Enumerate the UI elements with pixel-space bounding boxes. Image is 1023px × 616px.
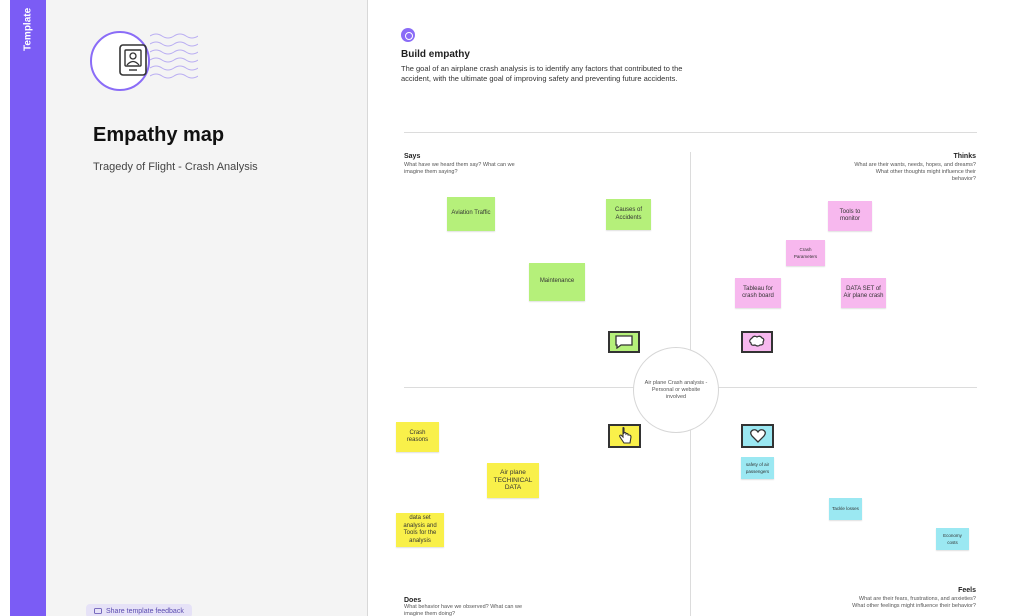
decorative-waves-icon — [150, 33, 198, 79]
heart-icon — [741, 424, 774, 448]
says-title: Says — [404, 153, 421, 160]
feels-description: What are their fears, frustrations, and … — [852, 596, 976, 609]
sticky-note[interactable]: Maintenance — [529, 263, 585, 301]
share-feedback-label: Share template feedback — [106, 607, 184, 615]
thinks-description: What are their wants, needs, hopes, and … — [854, 162, 976, 182]
sticky-note-text: Tackle losses — [832, 506, 859, 512]
sticky-note-text: Aviation Traffic — [451, 210, 491, 217]
user-profile-icon — [119, 44, 147, 76]
sticky-note-text: safety of air passengers — [745, 461, 770, 475]
sticky-note-text: Maintenance — [539, 278, 575, 285]
template-strip — [10, 0, 46, 616]
share-feedback-button[interactable]: Share template feedback — [86, 604, 192, 616]
page-subtitle: Tragedy of Flight - Crash Analysis — [93, 161, 258, 173]
sticky-note[interactable]: DATA SET of Air plane crash — [841, 278, 886, 308]
build-empathy-badge-icon — [401, 28, 415, 42]
sticky-note[interactable]: Economy costs — [936, 528, 969, 550]
sticky-note-text: DATA SET of Air plane crash — [843, 285, 884, 300]
sticky-note-text: Tools to monitor — [839, 208, 861, 223]
does-description: What behavior have we observed? What can… — [404, 604, 523, 616]
sticky-note[interactable]: Air plane TECHINICAL DATA — [487, 463, 539, 498]
sticky-note[interactable]: data set analysis and Tools for the anal… — [396, 513, 444, 547]
sticky-note-text: data set analysis and Tools for the anal… — [403, 515, 437, 544]
sticky-note[interactable]: Causes of Accidents — [606, 199, 651, 230]
sticky-note-text: Air plane TECHINICAL DATA — [493, 469, 533, 492]
sticky-note[interactable]: Aviation Traffic — [447, 197, 495, 231]
pointing-hand-icon — [608, 424, 641, 448]
sticky-note-text: Crash reasons — [406, 429, 429, 444]
page-title: Empathy map — [93, 124, 225, 146]
sticky-note[interactable]: Crash reasons — [396, 422, 439, 452]
sticky-note-text: Causes of Accidents — [614, 207, 642, 221]
feedback-icon — [94, 607, 102, 614]
sticky-note[interactable]: Tableau for crash board — [735, 278, 781, 308]
sticky-note-text: Crash Parameters — [793, 246, 818, 260]
sticky-note[interactable]: safety of air passengers — [741, 457, 774, 479]
thinks-title: Thinks — [953, 153, 976, 160]
thought-bubble-icon — [741, 331, 773, 353]
speech-bubble-icon — [608, 331, 640, 353]
center-topic-text: Air plane Crash analysis - Personal or w… — [644, 379, 708, 400]
does-title: Does — [404, 597, 422, 604]
template-strip-label: Template — [22, 8, 34, 52]
says-description: What have we heard them say? What can we… — [404, 162, 515, 175]
sticky-note-text: Economy costs — [943, 532, 962, 546]
sticky-note[interactable]: Tackle losses — [829, 498, 862, 520]
center-topic-circle[interactable]: Air plane Crash analysis - Personal or w… — [633, 347, 719, 433]
sticky-note[interactable]: Crash Parameters — [786, 240, 825, 266]
sticky-note-text: Tableau for crash board — [742, 285, 774, 300]
build-empathy-title: Build empathy — [401, 49, 470, 60]
template-info-panel — [46, 0, 368, 616]
header-divider — [404, 132, 977, 133]
sticky-note[interactable]: Tools to monitor — [828, 201, 872, 231]
feels-title: Feels — [958, 587, 976, 594]
build-empathy-description: The goal of an airplane crash analysis i… — [401, 64, 683, 83]
